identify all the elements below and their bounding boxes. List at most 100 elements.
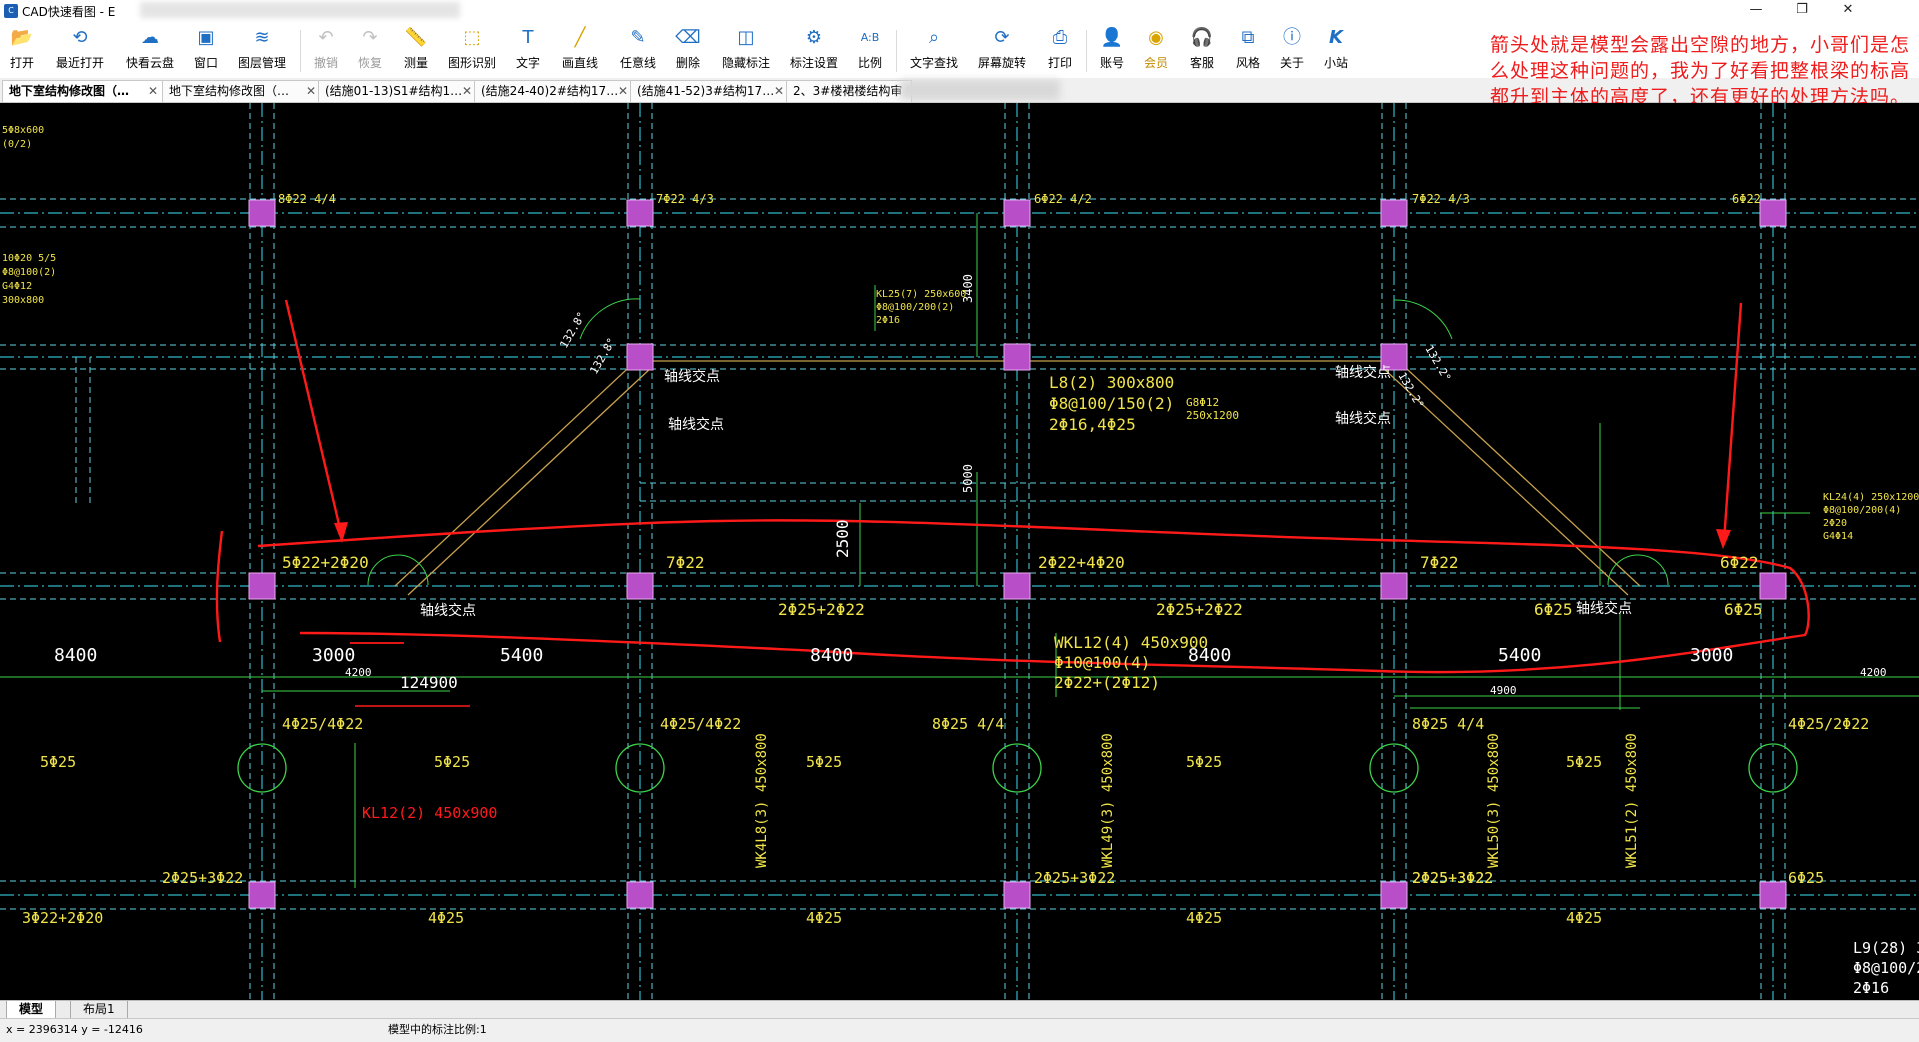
tab-document-6[interactable]: 2、3#楼裙楼结构审	[786, 80, 912, 102]
annotation-settings-button[interactable]: ⚙ 标注设置	[784, 24, 844, 76]
bottom-rebar-label: 4Φ25/2Φ22	[1788, 715, 1869, 733]
window-button[interactable]: ▣ 窗口	[188, 24, 224, 76]
beam-rebar-label: 6Φ25	[1534, 600, 1573, 619]
beam-callout-kl25: 2Φ16	[876, 315, 900, 326]
headset-icon: 🎧	[1190, 27, 1214, 48]
vertical-beam-label: WKL50(3) 450x800	[1486, 733, 1502, 868]
bottom-rebar-label: 4Φ25/4Φ22	[282, 715, 363, 733]
annotation-scale: 模型中的标注比例:1	[388, 1023, 487, 1036]
left-edge-label: 5Φ8x600	[2, 125, 44, 136]
beam-callout-l8: 2Φ16,4Φ25	[1049, 415, 1136, 434]
bottom-rebar-label: 8Φ25 4/4	[932, 715, 1004, 733]
top-rebar-label: 7Φ22 4/3	[656, 192, 714, 206]
column-rebar-label: 7Φ22	[666, 553, 705, 572]
window-icon: ▣	[197, 27, 215, 48]
beam-callout-kl24: G4Φ14	[1823, 531, 1853, 542]
vip-icon: ◉	[1148, 27, 1164, 48]
axis-cross-label: 轴线交点	[1576, 600, 1632, 617]
station-button[interactable]: K 小站	[1318, 24, 1354, 76]
span-dimension: 3000	[1690, 645, 1733, 666]
open-button[interactable]: 📂 打开	[4, 24, 40, 76]
beam-callout-kl25: KL25(7) 250x600	[876, 289, 966, 300]
column-box	[1380, 199, 1408, 227]
restore-icon[interactable]: ❐	[1779, 0, 1825, 22]
column-box	[1003, 572, 1031, 600]
column-box	[248, 572, 276, 600]
left-edge-label: 10Φ20 5/5	[2, 253, 56, 264]
account-button[interactable]: 👤 账号	[1094, 24, 1130, 76]
about-button[interactable]: ⓘ 关于	[1274, 24, 1310, 76]
column-box	[1380, 881, 1408, 909]
redo-button[interactable]: ↷ 恢复	[352, 24, 388, 76]
close-icon[interactable]: ✕	[1825, 0, 1871, 22]
close-tab-icon[interactable]: ✕	[462, 81, 472, 101]
line-icon: ╱	[574, 27, 586, 48]
tab-document-2[interactable]: 地下室结构修改图（… ✕	[162, 80, 322, 102]
print-button[interactable]: ⎙ 打印	[1042, 24, 1078, 76]
text-button[interactable]: T 文字	[510, 24, 546, 76]
angle-label: 132.2°	[1395, 370, 1426, 411]
layers-button[interactable]: ≋ 图层管理	[232, 24, 292, 76]
beam-rebar-label: 2Φ25+2Φ22	[778, 600, 865, 619]
beam-callout-l8: Φ8@100/150(2)	[1049, 394, 1174, 413]
text-icon: T	[522, 27, 534, 48]
info-icon: ⓘ	[1283, 27, 1301, 48]
title-bar: C CAD快速看图 - E — ❐ ✕	[0, 0, 1919, 22]
beam-callout-kl24: Φ8@100/200(4)	[1823, 505, 1901, 516]
beam-callout-g8: G8Φ12	[1186, 396, 1219, 409]
find-text-icon: ⌕	[928, 27, 940, 48]
beam-callout-wkl12: WKL12(4) 450x900	[1054, 633, 1208, 652]
close-tab-icon[interactable]: ✕	[618, 81, 628, 101]
scale-icon: A:B	[860, 31, 880, 44]
ruler-icon: 📏	[404, 27, 428, 48]
tab-document-4[interactable]: (结施24-40)2#结构17… ✕	[474, 80, 634, 102]
bottom-rebar-label: 5Φ25	[40, 753, 76, 771]
drawing-canvas[interactable]: 7Φ22 2Φ22+4Φ20 7Φ22 6Φ22 5Φ22+2Φ20 2Φ25+2Φ22 2…	[0, 103, 1919, 1000]
recent-button[interactable]: ⟲ 最近打开	[50, 24, 110, 76]
bottom-rebar-label: 4Φ25	[428, 909, 464, 927]
redo-icon: ↷	[362, 27, 378, 48]
column-box	[626, 572, 654, 600]
close-tab-icon[interactable]: ✕	[774, 81, 784, 101]
column-rebar-label: 2Φ22+4Φ20	[1038, 553, 1125, 572]
find-text-button[interactable]: ⌕ 文字查找	[904, 24, 964, 76]
service-button[interactable]: 🎧 客服	[1184, 24, 1220, 76]
printer-icon: ⎙	[1052, 27, 1068, 48]
layout-tab-bar: 模型 布局1	[0, 1000, 1919, 1019]
recognize-button[interactable]: ⬚ 图形识别	[442, 24, 502, 76]
vip-button[interactable]: ◉ 会员	[1138, 24, 1174, 76]
clock-icon: ⟲	[72, 27, 88, 48]
erase-button[interactable]: ⌫ 删除	[670, 24, 706, 76]
tab-layout1[interactable]: 布局1	[70, 1001, 128, 1019]
tab-document-5[interactable]: (结施41-52)3#结构17… ✕	[630, 80, 790, 102]
dimension-label: 4900	[1490, 684, 1517, 697]
close-tab-icon[interactable]: ✕	[148, 81, 158, 101]
red-beam-label: KL12(2) 450x900	[362, 804, 497, 822]
column-box	[1003, 199, 1031, 227]
rotate-screen-button[interactable]: ⟳ 屏幕旋转	[972, 24, 1032, 76]
annotation-text-layer: 7Φ22 2Φ22+4Φ20 7Φ22 6Φ22 5Φ22+2Φ20 2Φ25+2Φ22 2…	[2, 125, 1919, 997]
tab-document-1[interactable]: 地下室结构修改图（… ✕	[2, 80, 164, 102]
column-box	[1003, 343, 1031, 371]
freeline-button[interactable]: ✎ 任意线	[614, 24, 662, 76]
measure-button[interactable]: 📏 测量	[398, 24, 434, 76]
bottom-rebar-label: 5Φ25	[1186, 753, 1222, 771]
beam-callout-l8: L8(2) 300x800	[1049, 373, 1174, 392]
scale-button[interactable]: A:B 比例	[852, 24, 888, 76]
close-tab-icon[interactable]: ✕	[306, 81, 316, 101]
layers-icon: ≋	[254, 27, 270, 48]
tab-document-3[interactable]: (结施01-13)S1#结构1… ✕	[318, 80, 478, 102]
toolbar-separator	[300, 30, 301, 72]
left-edge-label: G4Φ12	[2, 281, 32, 292]
cloud-button[interactable]: ☁ 快看云盘	[120, 24, 180, 76]
minimize-icon[interactable]: —	[1733, 0, 1779, 22]
undo-button[interactable]: ↶ 撤销	[308, 24, 344, 76]
line-button[interactable]: ╱ 画直线	[556, 24, 604, 76]
tab-model[interactable]: 模型	[6, 1001, 57, 1019]
dimension-label: 124900	[400, 673, 458, 692]
vertical-beam-label: WK4L8(3) 450x800	[754, 733, 770, 868]
style-button[interactable]: ⧉ 风格	[1230, 24, 1266, 76]
annotation-note: 箭头处就是模型会露出空隙的地方，小哥们是怎么处理这种问题的，我为了好看把整根梁的…	[1490, 34, 1911, 108]
cad-drawing: 7Φ22 2Φ22+4Φ20 7Φ22 6Φ22 5Φ22+2Φ20 2Φ25+2Φ22 2…	[0, 103, 1919, 1000]
hide-annotation-button[interactable]: ◫ 隐藏标注	[716, 24, 776, 76]
